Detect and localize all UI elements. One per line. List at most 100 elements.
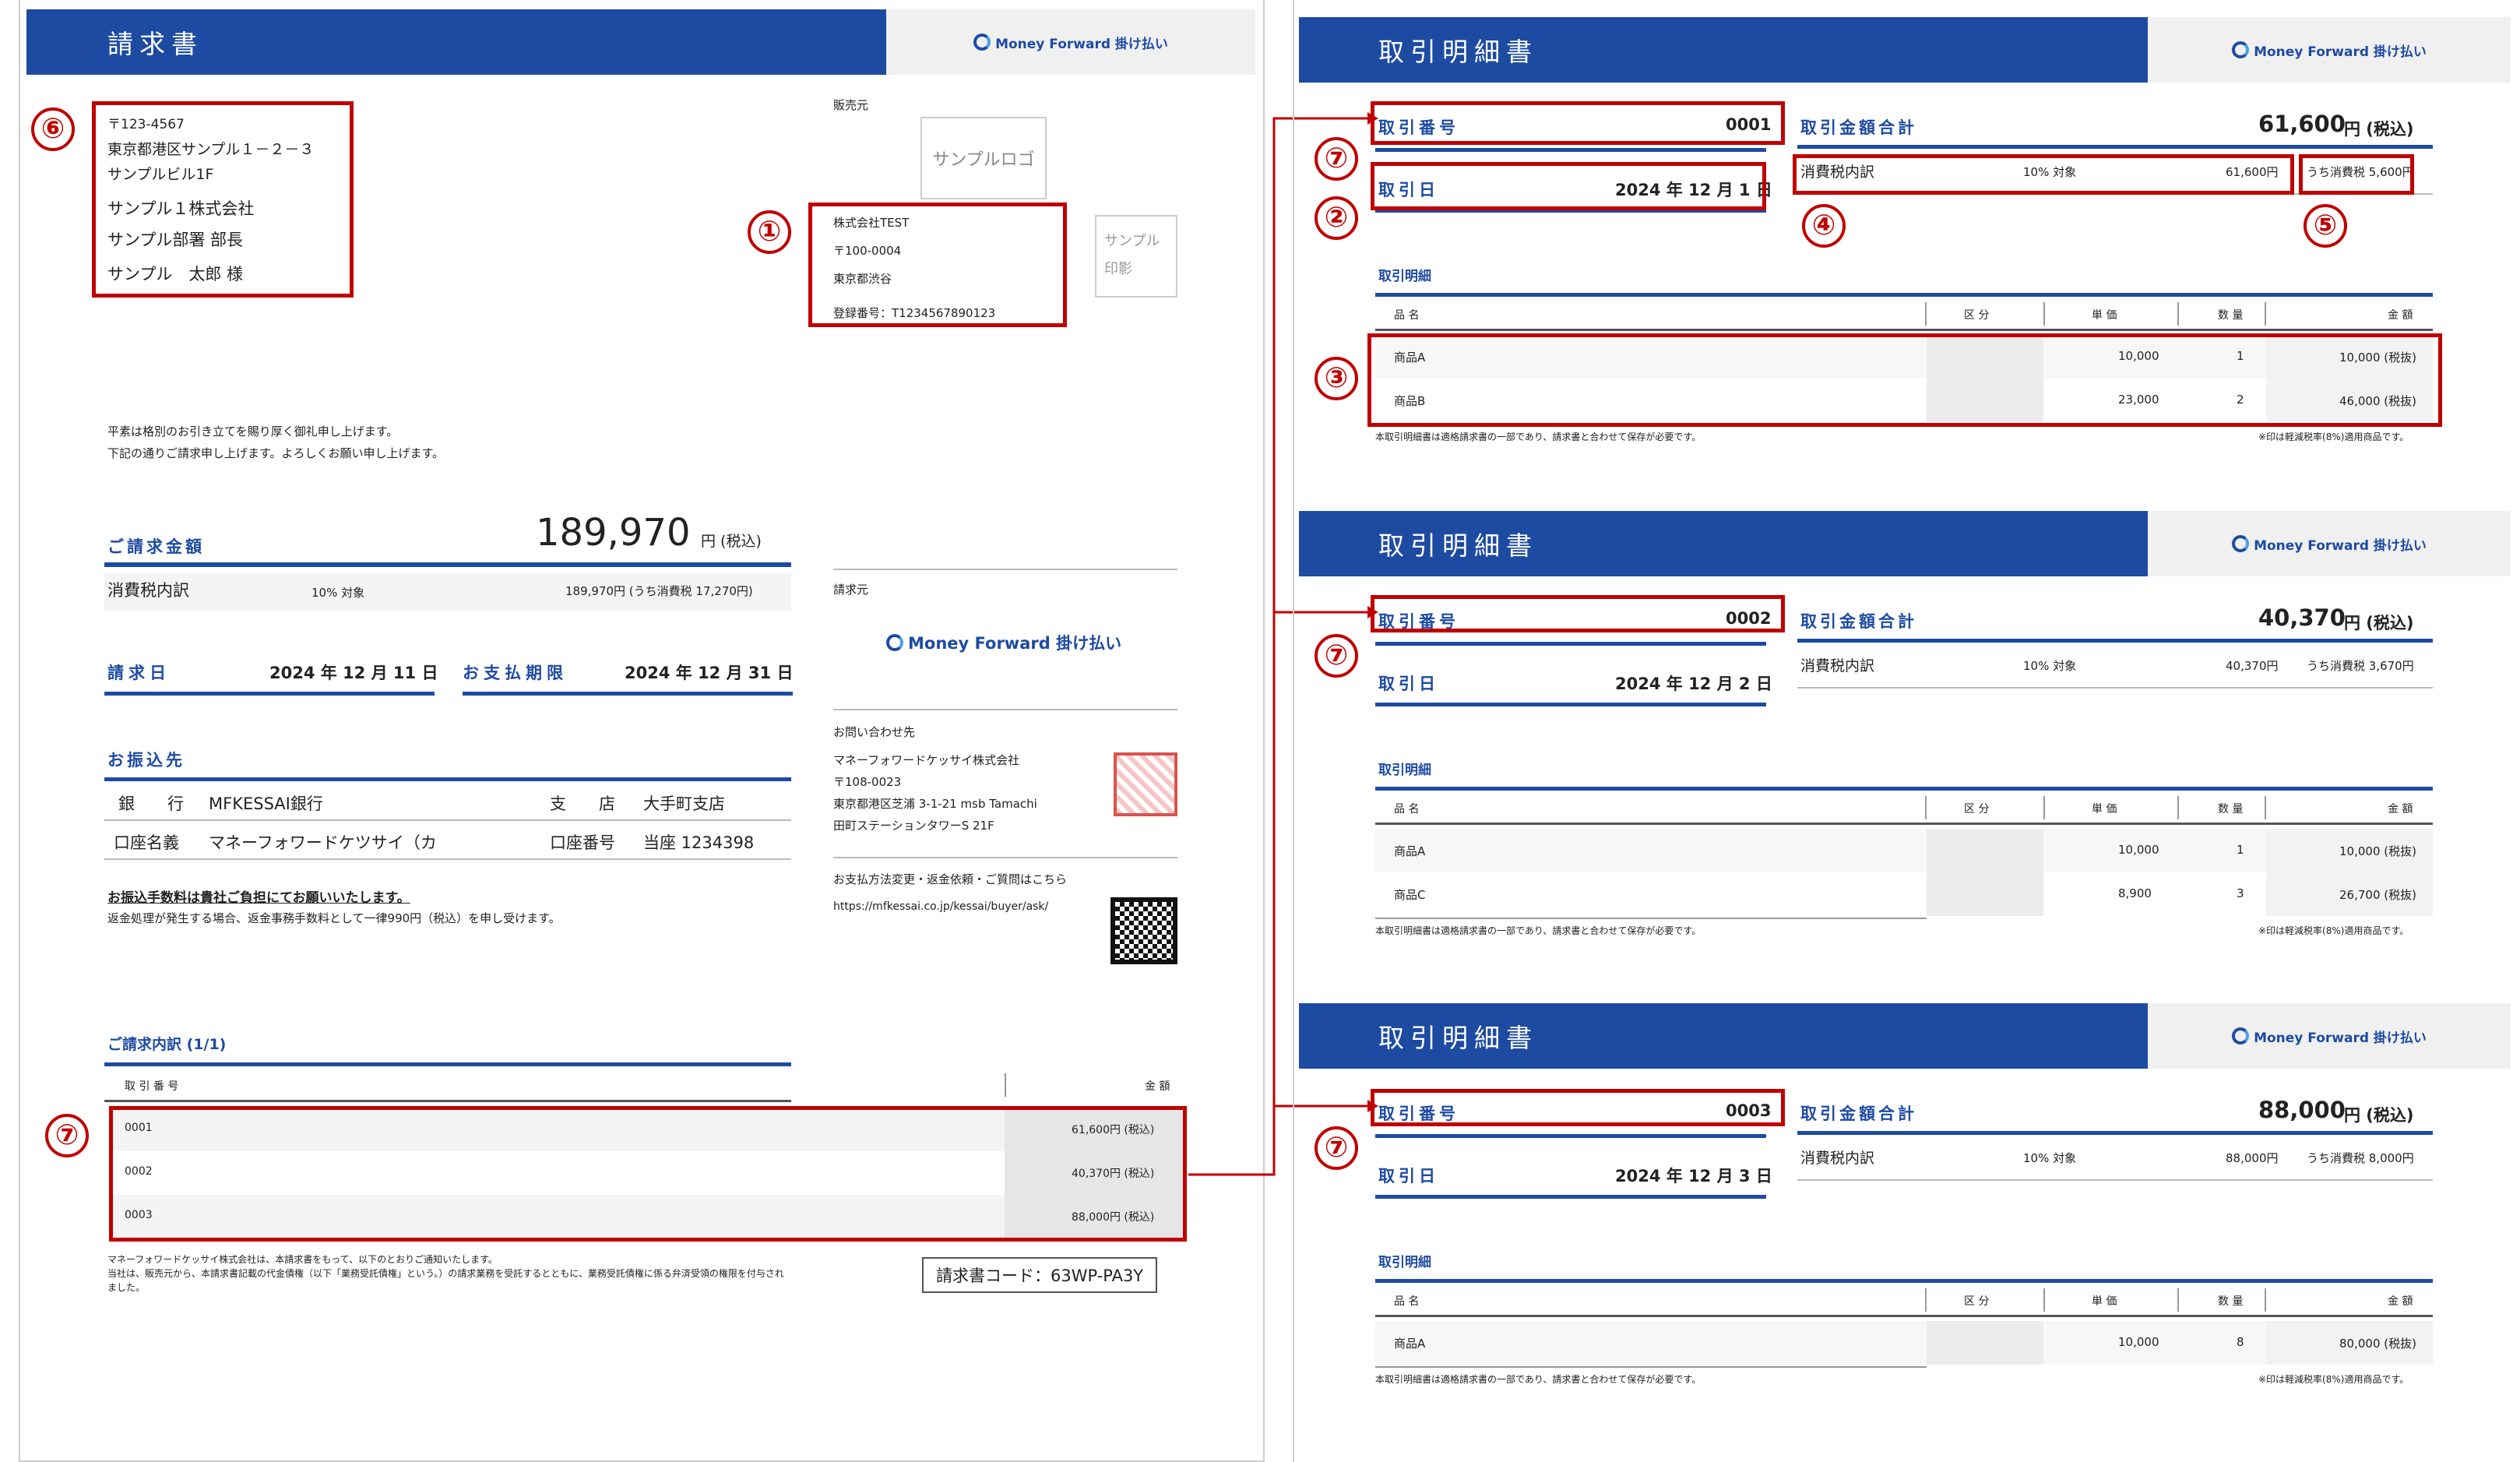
- item-qty: 3: [2237, 886, 2244, 900]
- highlight-tax-included: [2299, 154, 2414, 195]
- marker-3: ③: [1315, 357, 1358, 400]
- item-name: 商品A: [1394, 844, 1426, 858]
- highlight-breakdown: [109, 1106, 1187, 1242]
- marker-1: ①: [748, 210, 791, 254]
- highlight-txn-date: [1371, 162, 1766, 210]
- detail-col-divider: [2177, 302, 2179, 326]
- stmt-tax-underline: [1797, 1179, 2433, 1181]
- contact-postal: 〒108-0023: [833, 775, 902, 789]
- note-left: 本取引明細書は適格請求書の一部であり、請求書と合わせて保存が必要です。: [1375, 432, 1702, 442]
- invoice-title: 請求書: [107, 29, 203, 59]
- detail-col-divider: [1925, 302, 1927, 326]
- sample-logo-text: サンプルロゴ: [932, 150, 1035, 170]
- item-amount: 10,000 (税抜): [2339, 844, 2416, 858]
- invoice-brand-bar: Money Forward 掛け払い: [886, 9, 1255, 75]
- txn-date-underline: [1375, 1195, 1766, 1199]
- contact-topline: [833, 709, 1177, 710]
- tax-rate: 10% 対象: [311, 586, 365, 600]
- marker-7-stmt2: ⑦: [1315, 634, 1358, 678]
- item-name: 商品A: [1394, 1337, 1426, 1351]
- detail-col-header: 金 額: [2388, 1295, 2413, 1308]
- statement-brand: Money Forward 掛け払い: [2232, 1027, 2427, 1046]
- item-qty: 1: [2237, 843, 2244, 857]
- detail-col-header: 単 価: [2092, 1295, 2117, 1308]
- detail-col-header: 品 名: [1394, 1295, 1420, 1308]
- detail-header-bottom: [1375, 1315, 2433, 1317]
- txn-date-underline: [1375, 703, 1766, 706]
- detail-col-divider: [1925, 796, 1927, 819]
- invoice-title-bar: 請求書: [26, 9, 886, 75]
- marker-7-stmt1: ⑦: [1315, 137, 1358, 181]
- txn-date: 2024 年 12 月 2 日: [1615, 675, 1772, 693]
- detail-col-header: 区 分: [1964, 1295, 1990, 1308]
- branch-label: 支 店: [550, 794, 615, 813]
- txn-date: 2024 年 12 月 3 日: [1615, 1167, 1772, 1185]
- bank-label: 銀 行: [118, 794, 184, 813]
- item-category-bg: [1927, 872, 2043, 916]
- breakdown-col-amount: 金 額: [1145, 1080, 1170, 1093]
- statement-brand-name: Money Forward 掛け払い: [2254, 1030, 2427, 1046]
- item-amount: 80,000 (税抜): [2339, 1337, 2416, 1351]
- contact-bottomline: [833, 857, 1177, 858]
- detail-col-divider: [2043, 1288, 2045, 1312]
- moneyforward-logo-icon-2: [886, 634, 903, 651]
- marker-2: ②: [1315, 196, 1358, 240]
- qr-code-icon[interactable]: [1110, 897, 1177, 964]
- detail-col-header: 品 名: [1394, 309, 1420, 322]
- seal-text-1: サンプル: [1104, 233, 1160, 249]
- statement-brand-name: Money Forward 掛け払い: [2254, 537, 2427, 554]
- transfer-label: お振込先: [107, 751, 185, 770]
- branch-value: 大手町支店: [643, 794, 725, 813]
- statement-title-bar: 取引明細書: [1299, 17, 2148, 83]
- detail-col-divider: [2177, 796, 2179, 819]
- item-name: 商品C: [1394, 888, 1426, 902]
- marker-7-stmt3: ⑦: [1315, 1126, 1358, 1170]
- detail-col-header: 品 名: [1394, 803, 1420, 816]
- marker-5: ⑤: [2304, 204, 2347, 248]
- stmt-tax-amount: 40,370円: [2226, 659, 2279, 673]
- detail-col-divider: [2265, 1288, 2266, 1312]
- total-value: 88,000: [2258, 1097, 2346, 1123]
- detail-col-header: 金 額: [2388, 309, 2413, 322]
- statement-title: 取引明細書: [1378, 1023, 1538, 1053]
- txn-no-underline: [1375, 1134, 1766, 1138]
- item-price: 10,000: [2118, 843, 2159, 857]
- moneyforward-logo-icon: [2232, 535, 2250, 552]
- transfer-midline: [104, 819, 791, 821]
- marker-6: ⑥: [31, 107, 75, 151]
- account-no-value: 当座 1234398: [643, 833, 755, 852]
- highlight-recipient: [92, 101, 354, 298]
- contact-company: マネーフォワードケッサイ株式会社: [833, 753, 1020, 767]
- highlight-txn-no-1: [1371, 101, 1785, 145]
- txn-date-label: 取引日: [1378, 675, 1439, 693]
- footer-text: マネーフォワードケッサイ株式会社は、本請求書をもって、以下のとおりご通知いたしま…: [107, 1252, 784, 1295]
- moneyforward-logo-icon: [2232, 41, 2250, 58]
- item-price: 10,000: [2118, 1335, 2159, 1349]
- detail-topline: [1375, 293, 2433, 297]
- greeting-line-1: 平素は格別のお引き立てを賜り厚く御礼申し上げます。: [107, 425, 399, 439]
- breakdown-header-bottom: [104, 1100, 791, 1102]
- stmt-tax-rate: 10% 対象: [2023, 1151, 2077, 1165]
- item-price: 8,900: [2118, 886, 2152, 900]
- account-no-label: 口座番号: [550, 833, 615, 852]
- stmt-tax-rate: 10% 対象: [2023, 659, 2077, 673]
- detail-header-bottom: [1375, 329, 2433, 331]
- sample-seal-box: サンプル 印影: [1095, 215, 1177, 298]
- note-right: ※印は軽減税率(8%)適用商品です。: [2258, 432, 2409, 442]
- fee-note-2: 返金処理が発生する場合、返金事務手数料として一律990円（税込）を申し受けます。: [107, 911, 561, 925]
- invoice-date: 2024 年 12 月 11 日: [269, 664, 438, 682]
- highlight-items: [1367, 333, 2442, 427]
- statement-brand-bar: Money Forward 掛け払い: [2148, 1003, 2511, 1069]
- txn-date-label: 取引日: [1378, 1167, 1439, 1185]
- breakdown-topline: [104, 1062, 791, 1066]
- detail-col-divider: [2265, 796, 2266, 819]
- total-unit: 円 (税込): [2344, 1106, 2414, 1125]
- txn-no-underline: [1375, 642, 1766, 646]
- amount-underline: [104, 562, 791, 567]
- transfer-topline: [104, 777, 791, 781]
- contact-address-1: 東京都港区芝浦 3-1-21 msb Tamachi: [833, 797, 1037, 811]
- detail-col-divider: [2043, 796, 2045, 819]
- amount-label: ご請求金額: [107, 537, 205, 556]
- tax-detail: 189,970円 (うち消費税 17,270円): [565, 584, 753, 598]
- change-url[interactable]: https://mfkessai.co.jp/kessai/buyer/ask/: [833, 900, 1048, 913]
